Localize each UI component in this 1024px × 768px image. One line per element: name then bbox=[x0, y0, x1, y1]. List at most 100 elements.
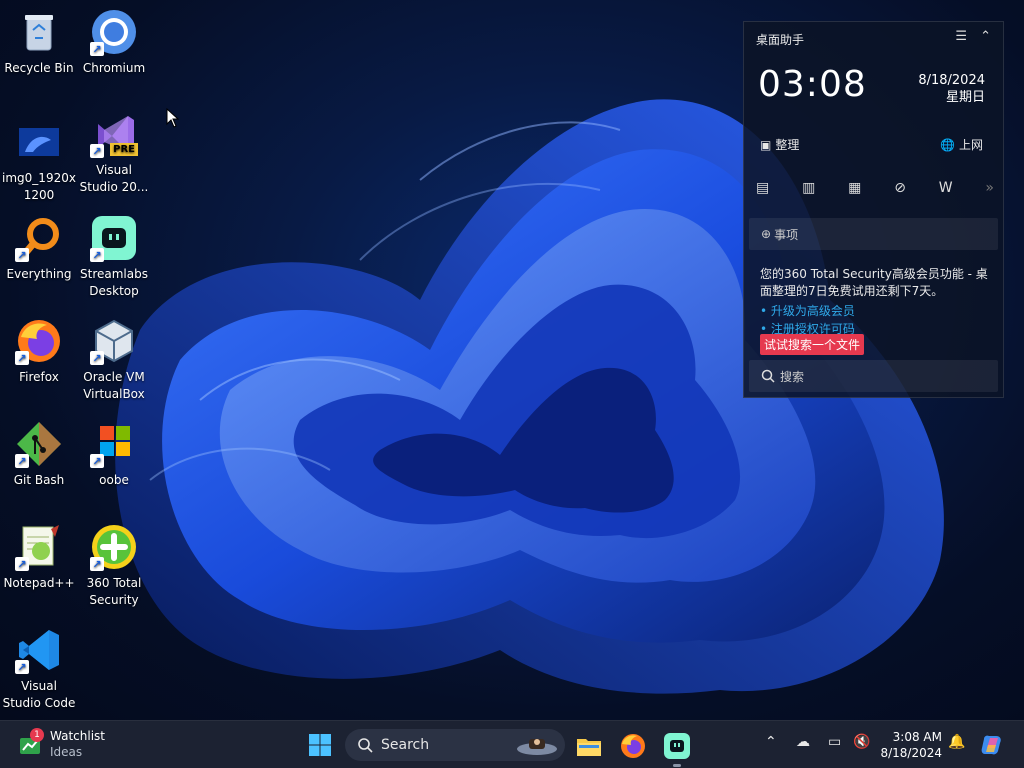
notification-bell-icon[interactable]: 🔔 bbox=[948, 734, 965, 750]
search-icon bbox=[358, 738, 373, 753]
desktop-icon-chromium[interactable]: ↗ Chromium bbox=[76, 8, 152, 77]
widget-clock: 03:08 bbox=[758, 64, 867, 105]
internet-button[interactable]: 🌐 上网 bbox=[940, 136, 983, 153]
watchlist-widget[interactable]: 1 Watchlist Ideas bbox=[18, 728, 105, 760]
shortcut-arrow-icon: ↗ bbox=[15, 557, 29, 571]
chromium-icon: ↗ bbox=[90, 8, 138, 56]
desktop-icon-notepad-plus-plus[interactable]: ↗ Notepad++ bbox=[1, 523, 77, 592]
widget-date-value: 8/18/2024 bbox=[918, 73, 985, 88]
desktop-icon-label: img0_1920x 1200 bbox=[2, 171, 76, 202]
widget-toolbar: ▤ ▥ ▦ ⊘ W » bbox=[756, 180, 994, 196]
taskbar: 1 Watchlist Ideas Search ⌃ ☁ ▭ 🔇 3:08 AM… bbox=[0, 720, 1024, 768]
todo-label: 事项 bbox=[774, 227, 799, 242]
mouse-cursor-icon bbox=[166, 108, 180, 128]
windows-logo-icon: ↗ bbox=[90, 420, 138, 468]
virtualbox-icon: ↗ bbox=[90, 317, 138, 365]
notification-badge: 1 bbox=[30, 728, 44, 742]
desktop-icon-label: Notepad++ bbox=[3, 576, 75, 590]
tool-w-icon[interactable]: W bbox=[939, 180, 953, 196]
todo-button[interactable]: ⊕ 事项 bbox=[749, 218, 998, 250]
windows-start-icon bbox=[309, 734, 331, 756]
desktop-icon-label: 360 Total Security bbox=[86, 576, 142, 607]
desktop-icon-label: oobe bbox=[99, 473, 129, 487]
pre-badge: PRE bbox=[110, 143, 138, 156]
desktop-icon-oobe[interactable]: ↗ oobe bbox=[76, 420, 152, 489]
desktop-icon-git-bash[interactable]: ↗ Git Bash bbox=[1, 420, 77, 489]
running-indicator bbox=[673, 764, 681, 767]
watchlist-text: Watchlist Ideas bbox=[50, 728, 105, 760]
desktop-icon-virtualbox[interactable]: ↗ Oracle VM VirtualBox bbox=[76, 317, 152, 403]
widget-title: 桌面助手 bbox=[756, 33, 805, 47]
desktop-icon-label: Chromium bbox=[82, 61, 146, 75]
shortcut-arrow-icon: ↗ bbox=[90, 248, 104, 262]
taskbar-clock[interactable]: 3:08 AM 8/18/2024 bbox=[880, 729, 942, 761]
desktop-icon-360-total-security[interactable]: ↗ 360 Total Security bbox=[76, 523, 152, 609]
notepad-plus-plus-icon: ↗ bbox=[15, 523, 63, 571]
tool-document-icon[interactable]: ▥ bbox=[802, 180, 815, 196]
firefox-icon: ↗ bbox=[15, 317, 63, 365]
network-icon[interactable]: ▭ bbox=[828, 734, 841, 750]
tool-disk-icon[interactable]: ▤ bbox=[756, 180, 769, 196]
streamlabs-icon bbox=[664, 733, 690, 759]
recycle-bin-icon bbox=[15, 8, 63, 56]
shortcut-arrow-icon: ↗ bbox=[15, 248, 29, 262]
tool-image-icon[interactable]: ▦ bbox=[848, 180, 861, 196]
stock-chart-icon: 1 bbox=[18, 728, 44, 756]
desktop-icon-img0[interactable]: img0_1920x 1200 bbox=[1, 118, 77, 204]
copilot-icon[interactable] bbox=[980, 733, 1004, 757]
organize-label: 整理 bbox=[775, 138, 800, 152]
taskbar-file-explorer[interactable] bbox=[575, 732, 603, 760]
streamlabs-icon: ↗ bbox=[90, 214, 138, 262]
widget-search-input[interactable]: 搜索 bbox=[749, 360, 998, 392]
desktop-icon-everything[interactable]: ↗ Everything bbox=[1, 214, 77, 283]
tool-hide-icon[interactable]: ⊘ bbox=[894, 180, 906, 196]
taskbar-streamlabs[interactable] bbox=[663, 732, 691, 767]
volume-muted-icon[interactable]: 🔇 bbox=[853, 734, 870, 750]
taskbar-search-box[interactable]: Search bbox=[345, 729, 565, 761]
desktop-icon-label: Git Bash bbox=[13, 473, 65, 487]
desktop-icon-firefox[interactable]: ↗ Firefox bbox=[1, 317, 77, 386]
organize-button[interactable]: ▣ 整理 bbox=[760, 136, 799, 153]
search-hint-tooltip: 试试搜索一个文件 bbox=[760, 334, 865, 355]
shortcut-arrow-icon: ↗ bbox=[90, 144, 104, 158]
shortcut-arrow-icon: ↗ bbox=[15, 454, 29, 468]
desktop-assistant-widget: 桌面助手 ☰ ⌃ 03:08 8/18/2024 星期日 ▣ 整理 🌐 上网 ▤… bbox=[743, 21, 1004, 398]
tray-overflow-chevron-icon[interactable]: ⌃ bbox=[765, 734, 777, 750]
desktop-icon-label: Firefox bbox=[19, 370, 59, 384]
desktop-icon-label: Streamlabs Desktop bbox=[80, 267, 148, 298]
add-circle-icon: ⊕ bbox=[761, 227, 772, 241]
menu-icon[interactable]: ☰ bbox=[955, 29, 967, 44]
git-bash-icon: ↗ bbox=[15, 420, 63, 468]
start-button[interactable] bbox=[308, 733, 332, 761]
internet-label: 上网 bbox=[958, 138, 983, 152]
collapse-chevron-icon[interactable]: ⌃ bbox=[980, 29, 991, 44]
desktop-icon-vscode[interactable]: ↗ Visual Studio Code bbox=[1, 626, 77, 712]
desktop-icon-visual-studio[interactable]: PRE ↗ Visual Studio 20... bbox=[76, 110, 152, 196]
image-file-icon bbox=[15, 118, 63, 166]
globe-icon: 🌐 bbox=[940, 137, 955, 152]
watchlist-subtitle: Ideas bbox=[50, 745, 83, 759]
taskbar-time: 3:08 AM bbox=[892, 730, 942, 744]
desktop-icon-recycle-bin[interactable]: Recycle Bin bbox=[1, 8, 77, 77]
desktop-icon-streamlabs[interactable]: ↗ Streamlabs Desktop bbox=[76, 214, 152, 300]
widget-search-placeholder: 搜索 bbox=[780, 369, 805, 384]
desktop-icon-label: Visual Studio Code bbox=[2, 679, 76, 710]
folder-icon bbox=[577, 739, 601, 756]
watchlist-title: Watchlist bbox=[50, 729, 105, 743]
onedrive-offline-icon[interactable]: ☁ bbox=[796, 734, 810, 750]
taskbar-firefox[interactable] bbox=[619, 732, 647, 760]
desktop-icon-label: Recycle Bin bbox=[4, 61, 74, 75]
search-label: Search bbox=[381, 737, 430, 753]
vscode-icon: ↗ bbox=[15, 626, 63, 674]
shortcut-arrow-icon: ↗ bbox=[90, 42, 104, 56]
tool-more-icon[interactable]: » bbox=[985, 180, 994, 196]
widget-date: 8/18/2024 星期日 bbox=[918, 72, 985, 106]
search-icon bbox=[761, 369, 775, 383]
organize-icon: ▣ bbox=[760, 137, 772, 152]
taskbar-date: 8/18/2024 bbox=[880, 746, 942, 760]
upgrade-premium-link[interactable]: • 升级为高级会员 bbox=[760, 302, 855, 320]
desktop-icon-label: Visual Studio 20... bbox=[79, 163, 149, 194]
shortcut-arrow-icon: ↗ bbox=[15, 351, 29, 365]
firefox-icon bbox=[621, 734, 645, 758]
shortcut-arrow-icon: ↗ bbox=[15, 660, 29, 674]
